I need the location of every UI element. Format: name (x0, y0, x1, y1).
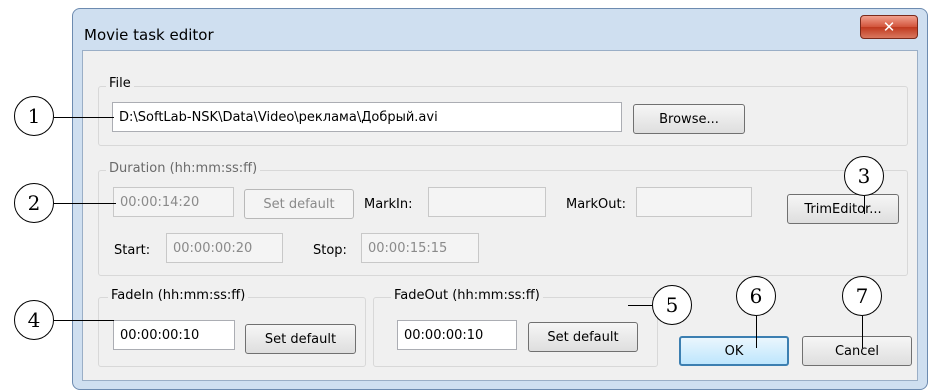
callout-6: 6 (736, 276, 776, 316)
callout-1: 1 (14, 96, 54, 136)
callout-3-leader (864, 196, 865, 214)
fadein-group-legend: FadeIn (hh:mm:ss:ff) (108, 288, 249, 303)
duration-field[interactable]: 00:00:14:20 (113, 187, 234, 217)
ok-button[interactable]: OK (679, 336, 789, 366)
callout-2-leader (54, 203, 116, 204)
callout-6-leader (756, 316, 757, 348)
start-field[interactable]: 00:00:00:20 (166, 233, 283, 263)
callout-5: 5 (652, 285, 692, 325)
file-path-field[interactable]: D:\SoftLab-NSK\Data\Video\реклама\Добрый… (112, 102, 622, 132)
cancel-button[interactable]: Cancel (802, 336, 912, 366)
browse-button[interactable]: Browse... (633, 104, 745, 134)
fadeout-set-default-button[interactable]: Set default (528, 322, 638, 352)
callout-4-leader (54, 320, 114, 321)
callout-4: 4 (14, 300, 54, 340)
fadeout-group-legend: FadeOut (hh:mm:ss:ff) (391, 288, 543, 303)
callout-1-leader (54, 117, 114, 118)
window-title: Movie task editor (84, 26, 214, 44)
markin-label: MarkIn: (364, 197, 413, 212)
close-button[interactable]: ✕ (860, 15, 918, 39)
callout-7-leader (862, 316, 863, 348)
file-group-legend: File (106, 76, 134, 91)
trimeditor-button[interactable]: TrimEditor... (787, 194, 899, 224)
fadeout-field[interactable]: 00:00:00:10 (397, 320, 517, 350)
markin-field[interactable] (428, 187, 546, 217)
close-icon: ✕ (882, 18, 896, 36)
markout-field[interactable] (636, 187, 752, 217)
callout-7: 7 (842, 276, 882, 316)
duration-set-default-button[interactable]: Set default (244, 189, 354, 219)
stop-field[interactable]: 00:00:15:15 (361, 233, 479, 263)
fadein-field[interactable]: 00:00:00:10 (113, 320, 235, 350)
stop-label: Stop: (313, 243, 347, 258)
duration-group-legend: Duration (hh:mm:ss:ff) (106, 161, 261, 176)
callout-5-leader (628, 305, 652, 306)
fadein-set-default-button[interactable]: Set default (245, 324, 356, 354)
callout-2: 2 (14, 183, 54, 223)
callout-3: 3 (844, 156, 884, 196)
start-label: Start: (114, 243, 151, 258)
markout-label: MarkOut: (566, 197, 627, 212)
